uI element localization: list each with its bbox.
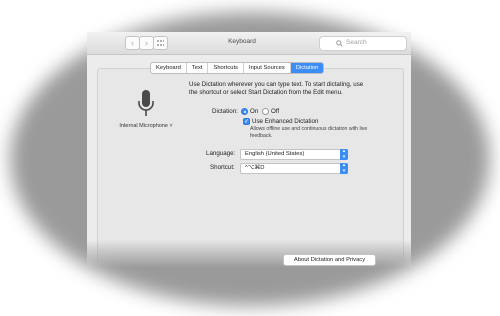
- title-bar: ‹ › Keyboard Search: [87, 32, 411, 55]
- chevron-left-icon: ‹: [131, 38, 134, 48]
- shortcut-value: ^⌥⌘D: [245, 165, 265, 171]
- enhanced-dictation-checkbox[interactable]: ✓: [243, 118, 250, 125]
- language-select[interactable]: English (United States) ▴ ▾: [240, 148, 348, 160]
- dictation-on-label[interactable]: On: [250, 108, 258, 115]
- tab-shortcuts[interactable]: Shortcuts: [208, 63, 244, 73]
- shortcut-label: Shortcut:: [210, 164, 235, 171]
- dictation-description: Use Dictation wherever you can type text…: [189, 81, 364, 96]
- tab-bar: Keyboard Text Shortcuts Input Sources Di…: [150, 62, 325, 74]
- dictation-off-label[interactable]: Off: [271, 108, 279, 115]
- forward-button[interactable]: ›: [139, 36, 154, 50]
- dictation-on-radio[interactable]: [241, 108, 248, 115]
- microphone-source-label: Internal Microphone: [119, 123, 168, 129]
- popup-stepper-icon: ▴ ▾: [340, 148, 348, 160]
- microphone-source-menu[interactable]: Internal Microphone ˅: [116, 123, 176, 129]
- language-value: English (United States): [245, 151, 305, 157]
- shortcut-select[interactable]: ^⌥⌘D ▴ ▾: [240, 162, 348, 174]
- search-placeholder: Search: [346, 39, 367, 46]
- back-button[interactable]: ‹: [125, 36, 140, 50]
- search-icon: [336, 40, 343, 47]
- about-dictation-button[interactable]: About Dictation and Privacy: [283, 254, 376, 266]
- enhanced-dictation-note: Allows offline use and continuous dictat…: [250, 126, 368, 139]
- search-field[interactable]: Search: [319, 36, 407, 51]
- microphone-icon: [138, 90, 154, 116]
- window-title: Keyboard: [228, 38, 256, 45]
- popup-stepper-icon: ▴ ▾: [340, 162, 348, 174]
- enhanced-dictation-label[interactable]: Use Enhanced Dictation: [252, 118, 318, 125]
- chevron-down-icon: ˅: [169, 123, 173, 129]
- tab-text[interactable]: Text: [187, 63, 209, 73]
- tab-input-sources[interactable]: Input Sources: [244, 63, 291, 73]
- grid-icon: [157, 40, 164, 46]
- tab-dictation[interactable]: Dictation: [290, 63, 324, 73]
- dictation-off-radio[interactable]: [262, 108, 269, 115]
- language-label: Language:: [206, 150, 236, 157]
- tab-keyboard[interactable]: Keyboard: [151, 63, 187, 73]
- show-all-button[interactable]: [153, 36, 168, 50]
- dictation-label: Dictation:: [212, 108, 238, 115]
- chevron-right-icon: ›: [145, 38, 148, 48]
